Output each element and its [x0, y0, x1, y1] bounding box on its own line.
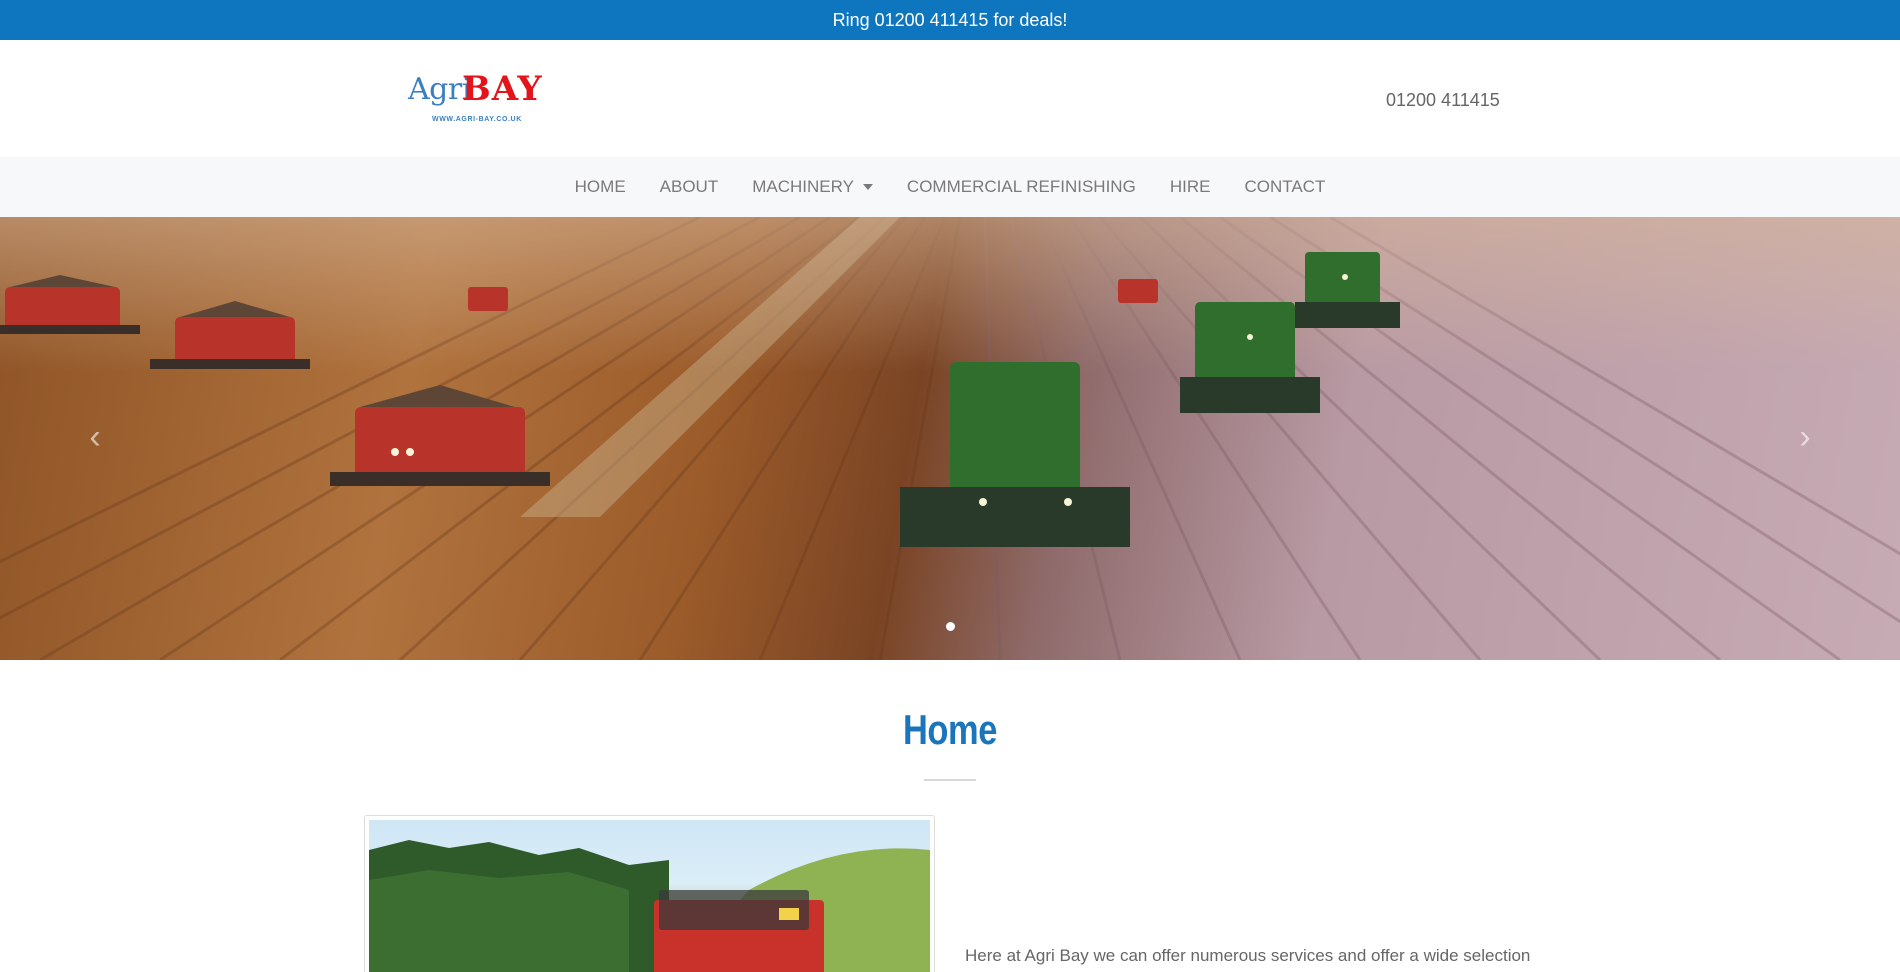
site-header: Agri BAY WWW.AGRI-BAY.CO.UK 01200 411415 — [0, 40, 1900, 157]
intro-paragraph: Here at Agri Bay we can offer numerous s… — [965, 946, 1531, 965]
tractor-photo-card — [364, 815, 935, 972]
nav-commercial-refinishing-label: COMMERCIAL REFINISHING — [906, 177, 1136, 196]
chevron-right-icon: › — [1799, 417, 1811, 456]
carousel-indicators — [0, 622, 1900, 631]
nav-home-label: HOME — [574, 177, 626, 196]
nav-hire[interactable]: HIRE — [1170, 177, 1211, 197]
nav-machinery-label: MACHINERY — [752, 177, 854, 196]
nav-machinery-dropdown[interactable]: MACHINERY — [752, 177, 873, 197]
tractor-image — [369, 840, 930, 972]
main-nav: HOME ABOUT MACHINERY COMMERCIAL REFINISH… — [0, 157, 1900, 217]
tractor-photo — [369, 820, 930, 972]
logo-url-text: WWW.AGRI-BAY.CO.UK — [432, 116, 522, 123]
promo-text: Ring 01200 411415 for deals! — [832, 9, 1068, 30]
header-phone[interactable]: 01200 411415 — [1386, 90, 1500, 111]
nav-contact[interactable]: CONTACT — [1244, 177, 1325, 197]
hero-carousel: ‹ › — [0, 217, 1900, 660]
hero-harvest-image — [0, 217, 1900, 660]
nav-commercial-refinishing[interactable]: COMMERCIAL REFINISHING — [907, 177, 1136, 197]
nav-home[interactable]: HOME — [575, 177, 626, 197]
carousel-prev-button[interactable]: ‹ — [80, 417, 110, 457]
chevron-left-icon: ‹ — [89, 417, 101, 456]
title-divider — [924, 779, 976, 781]
nav-about[interactable]: ABOUT — [660, 177, 719, 197]
carousel-indicator[interactable] — [945, 622, 955, 631]
nav-about-label: ABOUT — [659, 177, 719, 196]
nav-contact-label: CONTACT — [1244, 177, 1326, 196]
nav-hire-label: HIRE — [1169, 177, 1211, 196]
site-logo[interactable]: Agri BAY WWW.AGRI-BAY.CO.UK — [408, 69, 558, 128]
promo-bar: Ring 01200 411415 for deals! — [0, 0, 1900, 40]
carousel-next-button[interactable]: › — [1790, 417, 1820, 457]
logo-bay-text: BAY — [462, 69, 543, 109]
page-title: Home — [902, 706, 998, 753]
caret-down-icon — [862, 184, 873, 190]
